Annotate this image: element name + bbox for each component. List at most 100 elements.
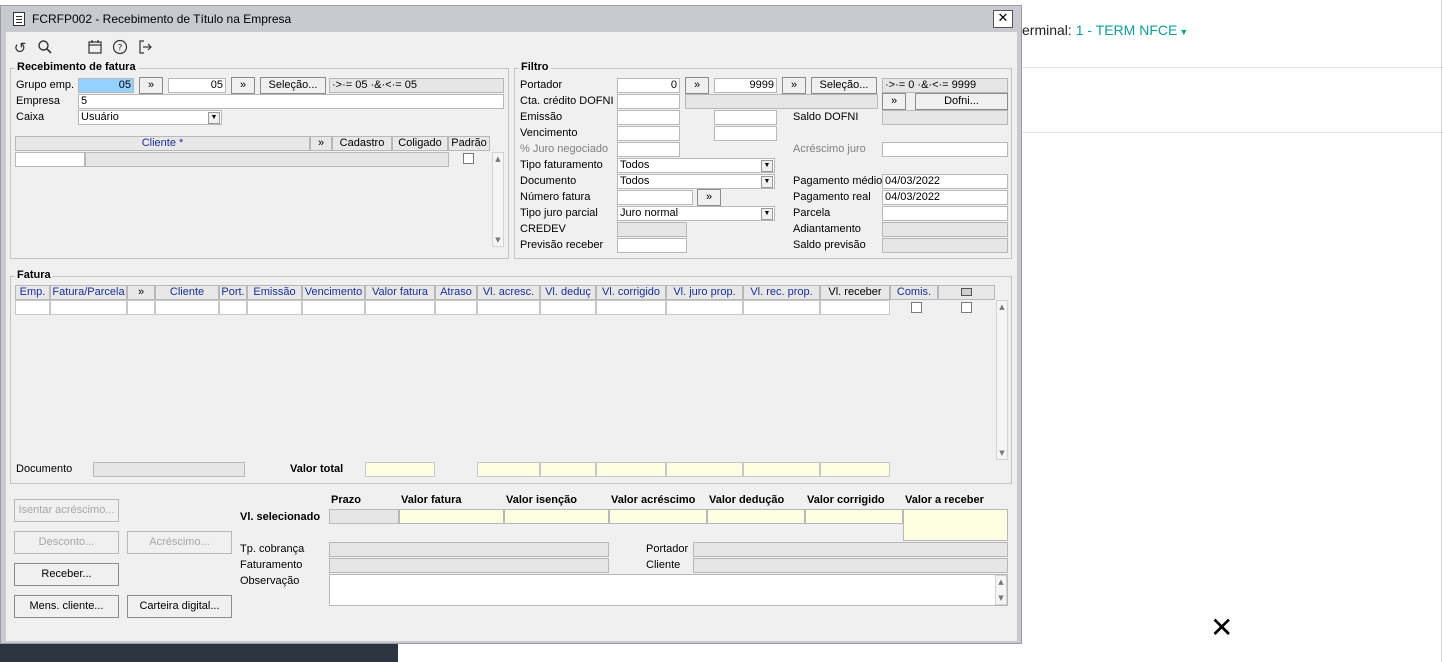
portador-selecao-button[interactable]: Seleção...: [811, 77, 877, 94]
col-emp[interactable]: Emp.: [15, 285, 50, 300]
exit-icon[interactable]: [136, 39, 154, 57]
scroll-up-icon[interactable]: ▲: [493, 153, 503, 165]
dofni-button[interactable]: Dofni...: [915, 93, 1008, 110]
chevron-down-icon[interactable]: ▼: [208, 112, 220, 124]
cta-range-button[interactable]: »: [882, 93, 906, 110]
cell-vl-deduc[interactable]: [540, 300, 596, 315]
numero-fatura-range-button[interactable]: »: [697, 189, 721, 206]
cell-vencimento[interactable]: [302, 300, 365, 315]
search-icon[interactable]: [36, 39, 54, 57]
portador-to-input[interactable]: 9999: [714, 78, 777, 93]
receber-button[interactable]: Receber...: [14, 563, 119, 586]
col-vl-acresc[interactable]: Vl. acresc.: [477, 285, 540, 300]
portador-range-button[interactable]: »: [685, 77, 709, 94]
cta-input[interactable]: [617, 94, 680, 109]
col-valor-fatura[interactable]: Valor fatura: [365, 285, 435, 300]
cell-emp[interactable]: [15, 300, 50, 315]
cell-emissao[interactable]: [247, 300, 302, 315]
calendar-icon[interactable]: [86, 39, 104, 57]
coligado-column-header[interactable]: Coligado: [392, 136, 448, 151]
close-icon[interactable]: ✕: [1210, 614, 1233, 642]
cliente-code-input[interactable]: [15, 152, 85, 167]
cell-port[interactable]: [219, 300, 247, 315]
cliente-range-header[interactable]: »: [310, 136, 332, 151]
row-select-checkbox[interactable]: [961, 302, 972, 313]
previsao-receber-input[interactable]: [617, 238, 687, 253]
col-vl-rec-prop[interactable]: Vl. rec. prop.: [743, 285, 820, 300]
scroll-down-icon[interactable]: ▼: [997, 447, 1007, 459]
pagamento-real-input[interactable]: 04/03/2022: [882, 190, 1008, 205]
col-port[interactable]: Port.: [219, 285, 247, 300]
empresa-input[interactable]: 5: [78, 94, 504, 109]
cell-vl-rec-prop[interactable]: [743, 300, 820, 315]
parcela-input[interactable]: [882, 206, 1008, 221]
grupo-selecao-button[interactable]: Seleção...: [260, 77, 326, 94]
col-atraso[interactable]: Atraso: [435, 285, 477, 300]
title-bar[interactable]: FCRFP002 - Recebimento de Título na Empr…: [2, 7, 1020, 31]
acrescimo-juro-input[interactable]: [882, 142, 1008, 157]
caixa-select[interactable]: Usuário ▼: [78, 110, 222, 125]
portador-from-input[interactable]: 0: [617, 78, 680, 93]
col-select-all[interactable]: [938, 285, 995, 300]
cell-range[interactable]: [127, 300, 155, 315]
desconto-button[interactable]: Desconto...: [14, 531, 119, 554]
documento-select[interactable]: Todos ▼: [617, 174, 775, 189]
mens-cliente-button[interactable]: Mens. cliente...: [14, 595, 119, 618]
scroll-up-icon[interactable]: ▲: [996, 576, 1006, 588]
chevron-down-icon[interactable]: ▼: [761, 160, 773, 172]
padrao-checkbox[interactable]: [463, 153, 474, 164]
cell-atraso[interactable]: [435, 300, 477, 315]
col-vl-juro-prop[interactable]: Vl. juro prop.: [666, 285, 743, 300]
tipo-faturamento-select[interactable]: Todos ▼: [617, 158, 775, 173]
acrescimo-button[interactable]: Acréscimo...: [127, 531, 232, 554]
emissao-from-input[interactable]: [617, 110, 680, 125]
tipo-juro-select[interactable]: Juro normal ▼: [617, 206, 775, 221]
portador-range-button-2[interactable]: »: [782, 77, 806, 94]
scroll-up-icon[interactable]: ▲: [997, 301, 1007, 313]
juro-negociado-input[interactable]: [617, 142, 680, 157]
grupo-range-button-2[interactable]: »: [231, 77, 255, 94]
undo-icon[interactable]: ↺: [11, 39, 29, 57]
cell-vl-corrigido[interactable]: [596, 300, 666, 315]
chevron-down-icon[interactable]: ▼: [761, 176, 773, 188]
vencimento-from-input[interactable]: [617, 126, 680, 141]
cell-cliente[interactable]: [155, 300, 219, 315]
vencimento-to-input[interactable]: [714, 126, 777, 141]
close-button[interactable]: ✕: [993, 10, 1013, 28]
scroll-down-icon[interactable]: ▼: [996, 592, 1006, 604]
grupo-to-input[interactable]: 05: [168, 78, 226, 93]
observacao-scrollbar[interactable]: ▲ ▼: [995, 575, 1007, 605]
cell-vl-receber[interactable]: [820, 300, 890, 315]
col-fatura-parcela[interactable]: Fatura/Parcela: [50, 285, 127, 300]
emissao-to-input[interactable]: [714, 110, 777, 125]
col-comis[interactable]: Comis.: [890, 285, 938, 300]
cell-valor-fatura[interactable]: [365, 300, 435, 315]
carteira-digital-button[interactable]: Carteira digital...: [127, 595, 232, 618]
isentar-acrescimo-button[interactable]: Isentar acréscimo...: [14, 499, 119, 522]
fatura-scrollbar[interactable]: ▲ ▼: [996, 300, 1008, 460]
col-vl-deduc[interactable]: Vl. deduç: [540, 285, 596, 300]
col-vl-corrigido[interactable]: Vl. corrigido: [596, 285, 666, 300]
numero-fatura-input[interactable]: [617, 190, 693, 205]
terminal-selector[interactable]: erminal: 1 - TERM NFCE ▼: [1022, 22, 1188, 38]
col-vl-receber[interactable]: Vl. receber: [820, 285, 890, 300]
help-icon[interactable]: ?: [111, 39, 129, 57]
cell-vl-acresc[interactable]: [477, 300, 540, 315]
cell-vl-juro-prop[interactable]: [666, 300, 743, 315]
pagamento-medio-input[interactable]: 04/03/2022: [882, 174, 1008, 189]
col-range[interactable]: »: [127, 285, 155, 300]
col-vencimento[interactable]: Vencimento: [302, 285, 365, 300]
padrao-column-header[interactable]: Padrão: [448, 136, 490, 151]
cliente-scrollbar[interactable]: ▲ ▼: [492, 152, 504, 247]
cell-fatura[interactable]: [50, 300, 127, 315]
col-cliente[interactable]: Cliente: [155, 285, 219, 300]
terminal-value[interactable]: 1 - TERM NFCE: [1076, 22, 1178, 38]
scroll-down-icon[interactable]: ▼: [493, 234, 503, 246]
cliente-column-header[interactable]: Cliente *: [15, 136, 310, 151]
chevron-down-icon[interactable]: ▼: [761, 208, 773, 220]
grupo-from-input[interactable]: 05: [78, 78, 134, 93]
observacao-textarea[interactable]: [329, 574, 1008, 606]
grupo-range-button[interactable]: »: [139, 77, 163, 94]
comis-checkbox[interactable]: [911, 302, 922, 313]
cadastro-column-header[interactable]: Cadastro: [332, 136, 392, 151]
